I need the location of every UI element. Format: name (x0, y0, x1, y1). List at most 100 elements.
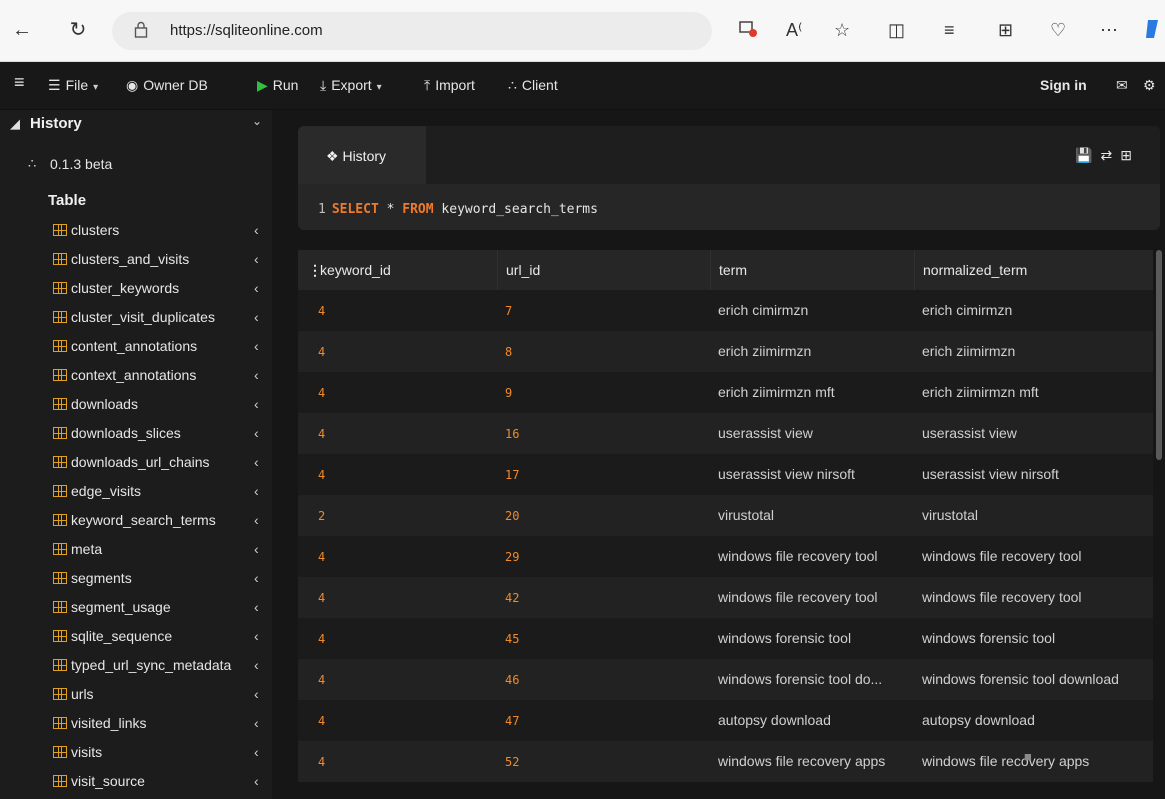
sidebar-item-downloads-url-chains[interactable]: downloads_url_chains ‹ (0, 449, 272, 478)
sidebar-item-label: visit_source (71, 773, 145, 789)
table-row[interactable]: 4 7 erich cimirmzn erich cimirmzn (298, 290, 1153, 331)
chevron-left-icon[interactable]: ‹ (254, 251, 259, 267)
table-icon (53, 601, 67, 613)
address-bar[interactable]: https://sqliteonline.com (112, 12, 712, 50)
chevron-left-icon[interactable]: ‹ (254, 599, 259, 615)
favorites-list-icon[interactable]: ≡ (944, 18, 955, 42)
performance-icon[interactable]: ♡ (1050, 18, 1066, 42)
sql-editor[interactable]: 1 SELECT * FROM keyword_search_terms (318, 202, 598, 217)
sidebar-item-meta[interactable]: meta ‹ (0, 536, 272, 565)
table-row[interactable]: 2 20 virustotal virustotal (298, 495, 1153, 536)
chevron-down-icon[interactable]: ⌄ (252, 114, 262, 128)
chevron-left-icon[interactable]: ‹ (254, 657, 259, 673)
save-icon[interactable]: 💾 (1075, 147, 1100, 163)
copilot-icon[interactable] (1144, 18, 1164, 46)
chevron-left-icon[interactable]: ‹ (254, 425, 259, 441)
chevron-left-icon[interactable]: ‹ (254, 512, 259, 528)
chevron-left-icon[interactable]: ‹ (254, 222, 259, 238)
cell-keyword-id: 4 (318, 345, 326, 359)
import-button[interactable]: ⤒ Import (424, 75, 475, 95)
mail-icon[interactable]: ✉ (1116, 75, 1128, 95)
menu-icon[interactable]: ≡ (14, 72, 25, 92)
sidebar-item-label: segments (71, 570, 132, 586)
run-button[interactable]: ▶ Run (257, 75, 298, 95)
table-row[interactable]: 4 16 userassist view userassist view (298, 413, 1153, 454)
back-icon[interactable]: ← (8, 16, 36, 44)
chevron-left-icon[interactable]: ‹ (254, 309, 259, 325)
extension-icon[interactable] (738, 18, 758, 44)
sidebar-item-clusters-and-visits[interactable]: clusters_and_visits ‹ (0, 246, 272, 275)
chevron-left-icon[interactable]: ‹ (254, 715, 259, 731)
sidebar-item-label: clusters (71, 222, 120, 238)
app-toolbar: ≡ ☰ File ▾ ◉ Owner DB ▶ Run ⤓ Export ▾ ⤒ Import… (0, 62, 1165, 110)
cell-url-id: 46 (505, 673, 520, 687)
chevron-left-icon[interactable]: ‹ (254, 541, 259, 557)
chevron-left-icon[interactable]: ‹ (254, 570, 259, 586)
network-icon: ∴ (508, 77, 517, 93)
table-icon (53, 456, 67, 468)
table-row[interactable]: 4 17 userassist view nirsoft userassist vie… (298, 454, 1153, 495)
results-scrollbar[interactable] (1156, 250, 1162, 460)
chevron-left-icon[interactable]: ‹ (254, 773, 259, 789)
gear-icon[interactable]: ⚙ (1143, 75, 1156, 95)
sidebar-item-visits[interactable]: visits ‹ (0, 739, 272, 768)
chevron-left-icon[interactable]: ‹ (254, 396, 259, 412)
sidebar-item-downloads-slices[interactable]: downloads_slices ‹ (0, 420, 272, 449)
sidebar-item-segment-usage[interactable]: segment_usage ‹ (0, 594, 272, 623)
chevron-left-icon[interactable]: ‹ (254, 280, 259, 296)
sidebar-item-context-annotations[interactable]: context_annotations ‹ (0, 362, 272, 391)
sign-in-button[interactable]: Sign in (1040, 75, 1087, 95)
sidebar-item-urls[interactable]: urls ‹ (0, 681, 272, 710)
split-screen-icon[interactable]: ◫ (888, 18, 905, 42)
sidebar-item-visited-links[interactable]: visited_links ‹ (0, 710, 272, 739)
sidebar-item-visit-source[interactable]: visit_source ‹ (0, 768, 272, 797)
cell-keyword-id: 4 (318, 427, 326, 441)
tab-history[interactable]: ❖ History (298, 126, 426, 184)
sidebar-item-keyword-search-terms[interactable]: keyword_search_terms ‹ (0, 507, 272, 536)
sidebar-history[interactable]: History (30, 115, 82, 132)
url-text[interactable]: https://sqliteonline.com (170, 22, 323, 39)
column-header-url-id[interactable]: url_id (497, 250, 705, 290)
sidebar-item-sqlite-sequence[interactable]: sqlite_sequence ‹ (0, 623, 272, 652)
table-row[interactable]: 4 46 windows forensic tool do... windows fo… (298, 659, 1153, 700)
sidebar-item-edge-visits[interactable]: edge_visits ‹ (0, 478, 272, 507)
sidebar-item-typed-url-sync-metadata[interactable]: typed_url_sync_metadata ‹ (0, 652, 272, 681)
table-row[interactable]: 4 9 erich ziimirmzn mft erich ziimirmzn mft (298, 372, 1153, 413)
sidebar-item-label: downloads_url_chains (71, 454, 210, 470)
table-row[interactable]: 4 8 erich ziimirmzn erich ziimirmzn (298, 331, 1153, 372)
cell-normalized-term: windows file recovery tool (922, 548, 1082, 564)
chevron-left-icon[interactable]: ‹ (254, 338, 259, 354)
sidebar-item-cluster-visit-duplicates[interactable]: cluster_visit_duplicates ‹ (0, 304, 272, 333)
owner-db-button[interactable]: ◉ Owner DB (126, 75, 208, 95)
more-icon[interactable]: ⋯ (1100, 18, 1118, 42)
export-menu[interactable]: ⤓ Export ▾ (320, 75, 382, 98)
sidebar-item-content-annotations[interactable]: content_annotations ‹ (0, 333, 272, 362)
chevron-left-icon[interactable]: ‹ (254, 483, 259, 499)
file-menu[interactable]: ☰ File ▾ (48, 75, 98, 98)
favorite-icon[interactable]: ☆ (834, 18, 850, 42)
sidebar-item-clusters[interactable]: clusters ‹ (0, 217, 272, 246)
table-row[interactable]: 4 42 windows file recovery tool windows fil… (298, 577, 1153, 618)
chevron-left-icon[interactable]: ‹ (254, 367, 259, 383)
column-header-keyword-id[interactable]: keyword_id (312, 250, 506, 290)
chevron-left-icon[interactable]: ‹ (254, 454, 259, 470)
add-tab-icon[interactable]: ⊞ (1120, 147, 1140, 163)
table-row[interactable]: 4 45 windows forensic tool windows forensic… (298, 618, 1153, 659)
table-row[interactable]: 4 47 autopsy download autopsy download (298, 700, 1153, 741)
refresh-icon[interactable]: ⇄ (1101, 147, 1121, 163)
cell-normalized-term: windows file recovery apps (922, 753, 1090, 769)
read-aloud-icon[interactable]: A⁽ (786, 18, 802, 42)
column-header-term[interactable]: term (710, 250, 913, 290)
column-header-normalized-term[interactable]: normalized_term (914, 250, 1147, 290)
chevron-left-icon[interactable]: ‹ (254, 686, 259, 702)
sidebar-item-downloads[interactable]: downloads ‹ (0, 391, 272, 420)
chevron-left-icon[interactable]: ‹ (254, 628, 259, 644)
collections-icon[interactable]: ⊞ (998, 18, 1013, 42)
sidebar-item-cluster-keywords[interactable]: cluster_keywords ‹ (0, 275, 272, 304)
table-row[interactable]: 4 29 windows file recovery tool windows fil… (298, 536, 1153, 577)
reload-icon[interactable]: ↻ (64, 16, 92, 44)
lock-icon[interactable] (134, 21, 148, 39)
chevron-left-icon[interactable]: ‹ (254, 744, 259, 760)
client-button[interactable]: ∴ Client (508, 75, 558, 95)
sidebar-item-segments[interactable]: segments ‹ (0, 565, 272, 594)
